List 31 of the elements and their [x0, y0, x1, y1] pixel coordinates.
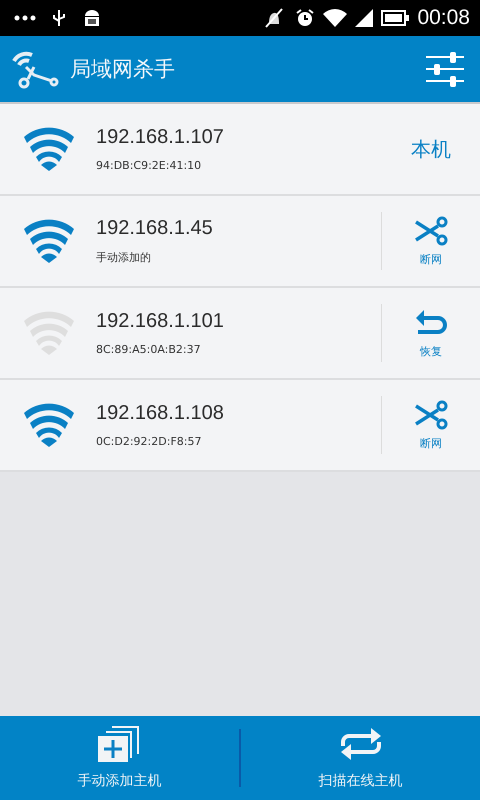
ip-address: 192.168.1.45 — [96, 217, 214, 240]
restore-button[interactable]: 恢复 — [382, 306, 480, 360]
disconnect-button[interactable]: 断网 — [382, 398, 480, 452]
scan-hosts-button[interactable]: 扫描在线主机 — [241, 725, 480, 791]
clock: 00:08 — [417, 6, 470, 30]
alarm-icon — [295, 8, 316, 28]
ip-address: 192.168.1.107 — [96, 126, 225, 149]
host-detail: 0C:D2:92:2D:F8:57 — [96, 435, 202, 448]
settings-icon — [426, 51, 464, 87]
app-title: 局域网杀手 — [70, 56, 176, 83]
host-row[interactable]: 192.168.1.108 0C:D2:92:2D:F8:57 断网 — [0, 380, 480, 472]
usb-icon — [52, 9, 66, 27]
add-stack-icon — [98, 726, 142, 762]
refresh-icon — [338, 726, 382, 762]
host-row[interactable]: 192.168.1.45 手动添加的 断网 — [0, 196, 480, 288]
wifi-icon — [323, 9, 348, 27]
scissors-icon — [414, 400, 448, 430]
host-detail: 94:DB:C9:2E:41:10 — [96, 159, 202, 172]
ip-address: 192.168.1.101 — [96, 310, 225, 333]
host-row[interactable]: 192.168.1.101 8C:89:A5:0A:B2:37 恢复 — [0, 288, 480, 380]
scissors-icon — [414, 216, 448, 246]
signal-icon — [355, 9, 374, 27]
local-host-label: 本机 — [410, 136, 452, 162]
disconnect-button[interactable]: 断网 — [382, 214, 480, 268]
battery-icon — [381, 10, 410, 26]
host-detail: 手动添加的 — [96, 250, 152, 265]
host-row[interactable]: 192.168.1.107 94:DB:C9:2E:41:10 本机 — [0, 104, 480, 196]
add-host-button[interactable]: 手动添加主机 — [0, 725, 239, 791]
ip-address: 192.168.1.108 — [96, 402, 225, 425]
host-detail: 8C:89:A5:0A:B2:37 — [96, 343, 202, 356]
more-icon — [14, 15, 36, 21]
